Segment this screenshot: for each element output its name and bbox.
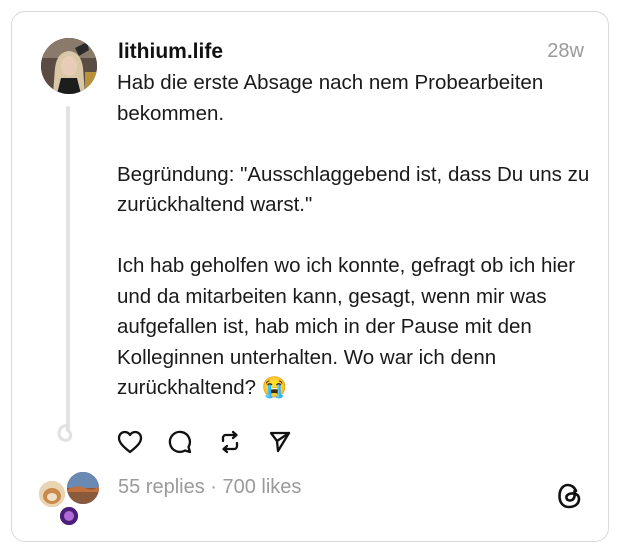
thread-loop-icon bbox=[54, 424, 78, 449]
share-button[interactable] bbox=[266, 428, 294, 456]
like-button[interactable] bbox=[116, 428, 144, 456]
post-paragraph: Hab die erste Absage nach nem Probearbei… bbox=[117, 71, 544, 125]
reply-button[interactable] bbox=[166, 428, 194, 456]
post-text: Hab die erste Absage nach nem Probearbei… bbox=[117, 68, 597, 404]
thread-line bbox=[66, 106, 70, 431]
replier-avatar[interactable] bbox=[65, 470, 101, 506]
send-icon bbox=[269, 431, 291, 453]
username[interactable]: lithium.life bbox=[118, 40, 223, 64]
threads-logo-icon[interactable] bbox=[557, 482, 583, 515]
timestamp: 28w bbox=[547, 40, 584, 62]
replier-avatar[interactable] bbox=[58, 505, 80, 527]
engagement-stats[interactable]: 55 replies · 700 likes bbox=[118, 476, 301, 499]
repost-icon bbox=[221, 430, 239, 454]
comment-icon bbox=[168, 430, 192, 454]
replier-avatar[interactable] bbox=[37, 479, 67, 509]
action-bar bbox=[116, 428, 294, 456]
repost-button[interactable] bbox=[216, 428, 244, 456]
post-paragraph: Ich hab geholfen wo ich konnte, gefragt … bbox=[117, 254, 576, 399]
author-avatar[interactable] bbox=[41, 38, 97, 94]
post-paragraph: Begründung: "Ausschlaggebend ist, dass D… bbox=[117, 162, 590, 217]
heart-icon bbox=[117, 430, 143, 454]
